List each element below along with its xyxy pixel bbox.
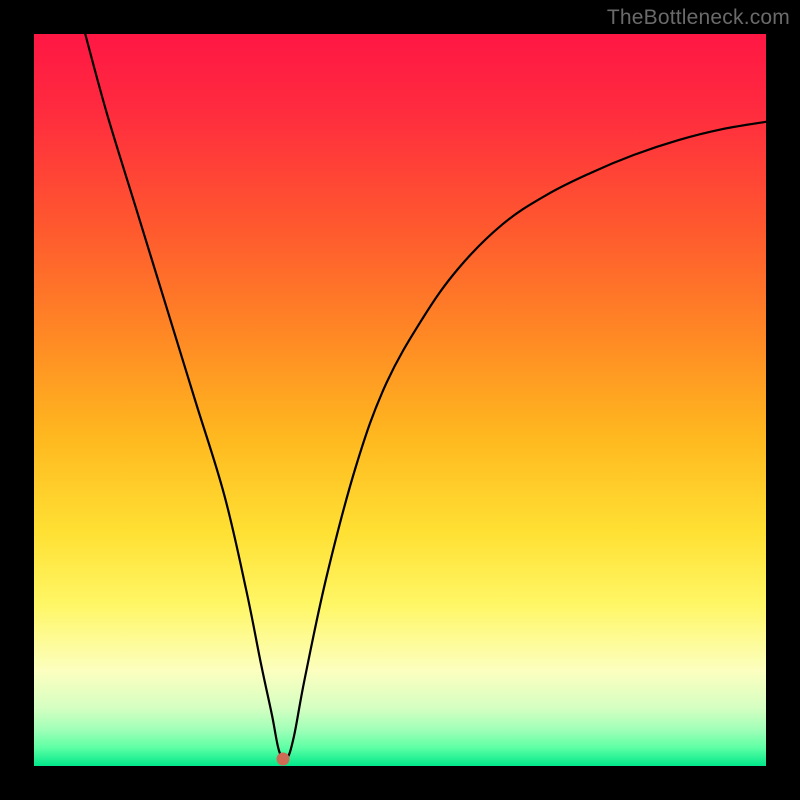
chart-frame: TheBottleneck.com — [0, 0, 800, 800]
curve-layer — [34, 34, 766, 766]
plot-area — [34, 34, 766, 766]
bottleneck-curve — [85, 34, 766, 760]
watermark-text: TheBottleneck.com — [607, 6, 790, 30]
optimal-point-marker — [276, 752, 289, 765]
